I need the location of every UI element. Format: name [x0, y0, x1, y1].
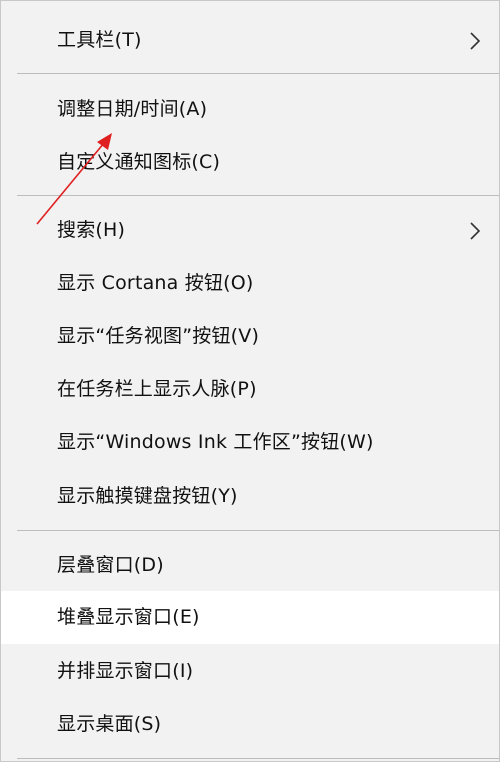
menu-item-label: 调整日期/时间(A) — [57, 98, 208, 120]
menu-item-label: 显示 Cortana 按钮(O) — [57, 272, 254, 294]
menu-item-show-cortana[interactable]: 显示 Cortana 按钮(O) — [1, 257, 499, 310]
menu-item-label: 在任务栏上显示人脉(P) — [57, 378, 257, 400]
menu-item-label: 显示触摸键盘按钮(Y) — [57, 485, 238, 507]
menu-item-toolbar[interactable]: 工具栏(T) — [1, 14, 499, 67]
menu-item-label: 显示“任务视图”按钮(V) — [57, 325, 260, 347]
menu-item-label: 层叠窗口(D) — [57, 554, 164, 576]
menu-item-show-people[interactable]: 在任务栏上显示人脉(P) — [1, 363, 499, 416]
menu-item-label: 自定义通知图标(C) — [57, 151, 221, 173]
menu-item-adjust-datetime[interactable]: 调整日期/时间(A) — [1, 83, 499, 136]
menu-item-label: 搜索(H) — [57, 219, 126, 241]
chevron-right-icon — [470, 32, 481, 50]
menu-item-stack[interactable]: 堆叠显示窗口(E) — [1, 591, 499, 644]
separator — [17, 195, 499, 196]
menu-item-side-by-side[interactable]: 并排显示窗口(I) — [1, 645, 499, 698]
menu-item-show-ink[interactable]: 显示“Windows Ink 工作区”按钮(W) — [1, 416, 499, 469]
separator — [17, 758, 499, 759]
menu-item-show-desktop[interactable]: 显示桌面(S) — [1, 698, 499, 751]
menu-item-label: 显示“Windows Ink 工作区”按钮(W) — [57, 431, 374, 453]
menu-item-customize-notify[interactable]: 自定义通知图标(C) — [1, 136, 499, 189]
menu-item-search[interactable]: 搜索(H) — [1, 204, 499, 257]
menu-item-label: 堆叠显示窗口(E) — [57, 606, 200, 628]
separator — [17, 73, 499, 74]
menu-item-label: 并排显示窗口(I) — [57, 660, 194, 682]
taskbar-context-menu: 工具栏(T) 调整日期/时间(A) 自定义通知图标(C) 搜索(H) 显示 Co… — [0, 0, 500, 762]
menu-item-cascade[interactable]: 层叠窗口(D) — [1, 539, 499, 592]
separator — [17, 530, 499, 531]
menu-item-label: 工具栏(T) — [57, 29, 142, 51]
menu-item-label: 显示桌面(S) — [57, 713, 162, 735]
menu-item-show-touchkb[interactable]: 显示触摸键盘按钮(Y) — [1, 470, 499, 523]
chevron-right-icon — [470, 222, 481, 240]
menu-item-show-taskview[interactable]: 显示“任务视图”按钮(V) — [1, 310, 499, 363]
